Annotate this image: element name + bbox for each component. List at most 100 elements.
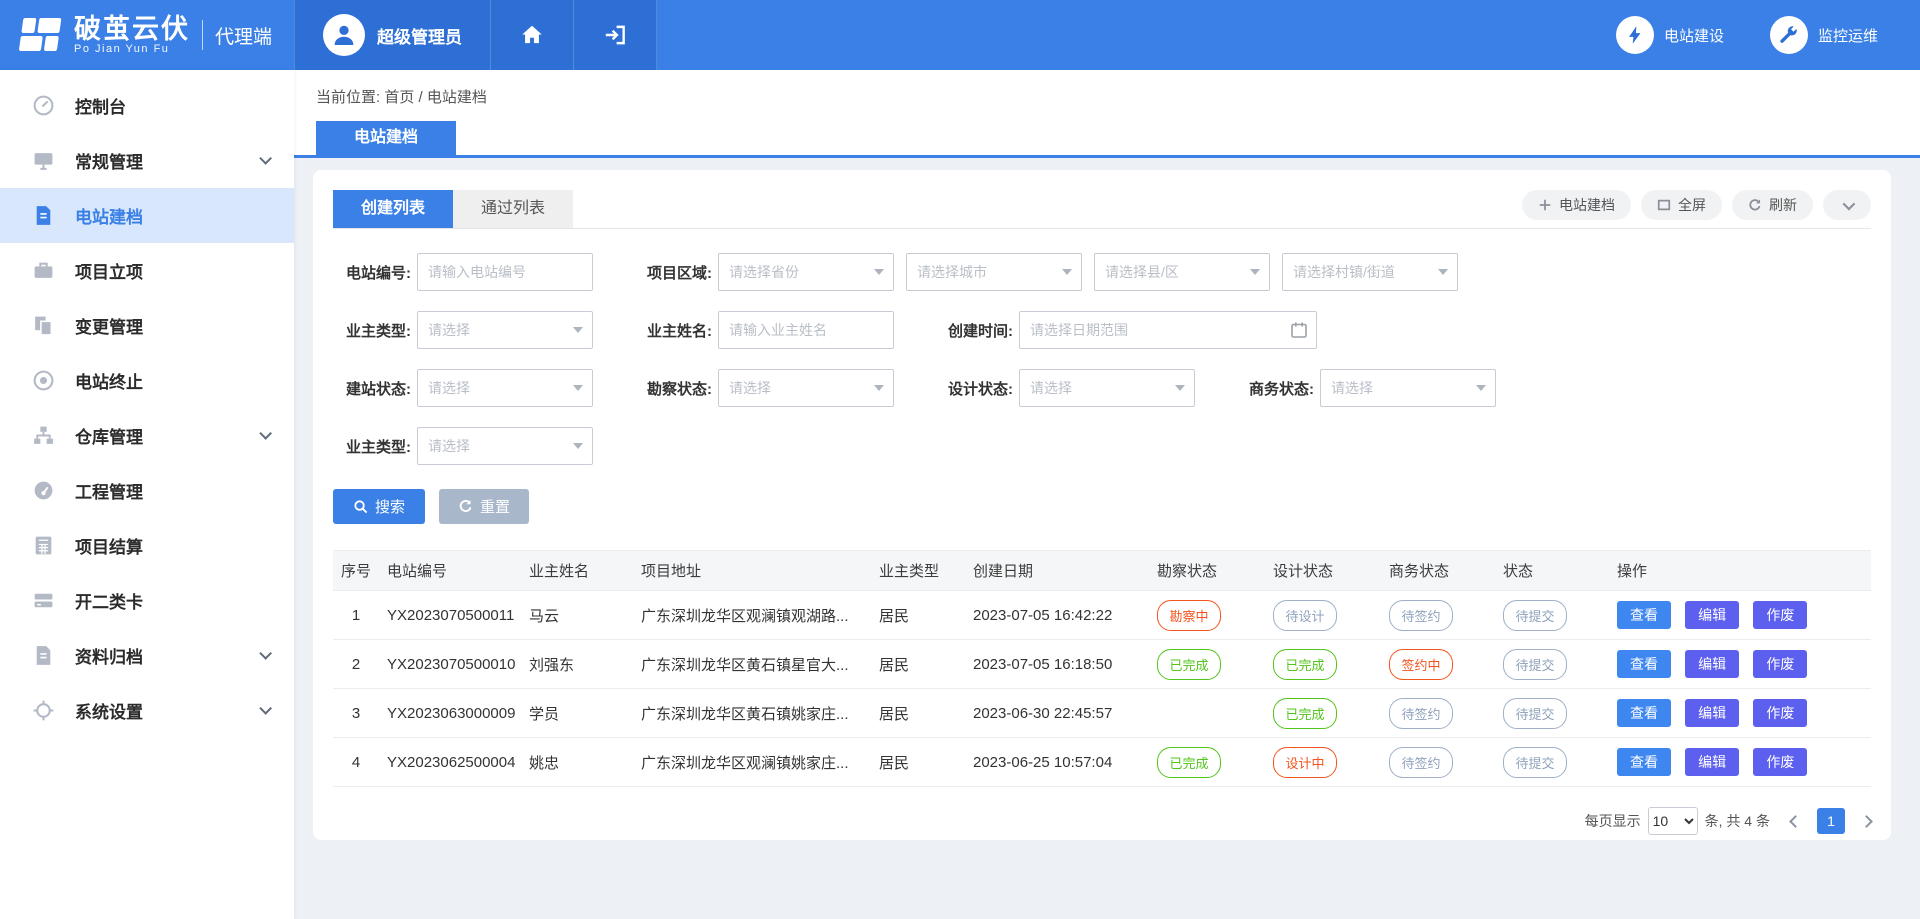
create-station-button[interactable]: 电站建档 [1522, 190, 1631, 220]
dashboard-icon [32, 94, 55, 117]
page-tab-row: 电站建档 [294, 121, 1920, 158]
search-button[interactable]: 搜索 [333, 489, 425, 524]
settings-icon [32, 699, 55, 722]
filter-form: 电站编号: 项目区域: 请选择省份 请选择城市 请选择县/区 [333, 253, 1871, 524]
sidebar: 控制台 常规管理 电站建档 项目立项 变更管理 电 [0, 70, 294, 919]
owner-name: 学员 [521, 689, 633, 738]
sidebar-item-change-management[interactable]: 变更管理 [0, 298, 294, 353]
view-button[interactable]: 查看 [1617, 601, 1671, 629]
archive-document-icon [32, 644, 55, 667]
user-name: 超级管理员 [377, 23, 462, 48]
void-button[interactable]: 作废 [1753, 650, 1807, 678]
fullscreen-icon [1657, 198, 1671, 212]
prev-page-icon[interactable] [1789, 815, 1802, 828]
sitemap-icon [32, 424, 55, 447]
caret-down-icon [1438, 269, 1448, 275]
panel-toolbar: 电站建档 全屏 刷新 [1522, 190, 1871, 220]
sidebar-item-station-archive[interactable]: 电站建档 [0, 188, 294, 243]
collapse-toolbar-button[interactable] [1823, 190, 1871, 220]
total-count-label: 条, 共 4 条 [1705, 811, 1770, 831]
next-page-icon[interactable] [1860, 815, 1873, 828]
edit-button[interactable]: 编辑 [1685, 748, 1739, 776]
void-button[interactable]: 作废 [1753, 748, 1807, 776]
owner-type2-select[interactable]: 请选择 [417, 427, 593, 465]
owner-name-input[interactable] [718, 311, 894, 349]
page-size-select[interactable]: 10 [1648, 807, 1698, 835]
view-button[interactable]: 查看 [1617, 699, 1671, 727]
brand: 破茧云伏 Po Jian Yun Fu 代理端 [0, 0, 294, 70]
owner-type: 居民 [871, 640, 965, 689]
sidebar-item-warehouse[interactable]: 仓库管理 [0, 408, 294, 463]
sidebar-item-station-termination[interactable]: 电站终止 [0, 353, 294, 408]
shortcut-monitor-ops[interactable]: 监控运维 [1770, 16, 1878, 54]
void-button[interactable]: 作废 [1753, 699, 1807, 727]
edit-button[interactable]: 编辑 [1685, 699, 1739, 727]
design-status-label: 设计状态: [935, 378, 1013, 399]
province-select[interactable]: 请选择省份 [718, 253, 894, 291]
build-status-label: 建站状态: [333, 378, 411, 399]
edit-button[interactable]: 编辑 [1685, 601, 1739, 629]
view-button[interactable]: 查看 [1617, 650, 1671, 678]
topbar-shortcuts: 电站建设 监控运维 [1616, 0, 1920, 70]
city-select[interactable]: 请选择城市 [906, 253, 1082, 291]
sidebar-item-project-initiation[interactable]: 项目立项 [0, 243, 294, 298]
create-date: 2023-07-05 16:42:22 [965, 591, 1149, 640]
survey-status-select[interactable]: 请选择 [718, 369, 894, 407]
logout-button[interactable] [574, 0, 657, 70]
sidebar-item-project-settlement[interactable]: 项目结算 [0, 518, 294, 573]
shortcut-label: 电站建设 [1664, 25, 1724, 46]
sidebar-item-engineering[interactable]: 工程管理 [0, 463, 294, 518]
status-badge: 待提交 [1503, 698, 1567, 729]
street-select[interactable]: 请选择村镇/街道 [1282, 253, 1458, 291]
page-number-1[interactable]: 1 [1817, 808, 1845, 834]
home-button[interactable] [491, 0, 574, 70]
design-status-select[interactable]: 请选择 [1019, 369, 1195, 407]
sidebar-item-general[interactable]: 常规管理 [0, 133, 294, 188]
caret-down-icon [1250, 269, 1260, 275]
filter-buttons: 搜索 重置 [333, 489, 1871, 524]
row-index: 3 [333, 689, 379, 738]
tab-passed-list[interactable]: 通过列表 [453, 190, 573, 228]
user-menu[interactable]: 超级管理员 [294, 0, 491, 70]
edit-button[interactable]: 编辑 [1685, 650, 1739, 678]
sidebar-item-dashboard[interactable]: 控制台 [0, 78, 294, 133]
refresh-button[interactable]: 刷新 [1732, 190, 1813, 220]
design-status-badge: 已完成 [1273, 649, 1337, 680]
page-tab-station-archive[interactable]: 电站建档 [316, 121, 456, 155]
caret-down-icon [874, 385, 884, 391]
copy-icon [32, 314, 55, 337]
per-page-label: 每页显示 [1585, 811, 1641, 831]
business-status-select[interactable]: 请选择 [1320, 369, 1496, 407]
fullscreen-button[interactable]: 全屏 [1641, 190, 1722, 220]
shortcut-station-build[interactable]: 电站建设 [1616, 16, 1724, 54]
reset-button[interactable]: 重置 [439, 489, 529, 524]
owner-type-select[interactable]: 请选择 [417, 311, 593, 349]
business-status-badge: 签约中 [1389, 649, 1453, 680]
table-row: 3 YX2023063000009 学员 广东深圳龙华区黄石镇姚家庄... 居民… [333, 689, 1871, 738]
build-status-select[interactable]: 请选择 [417, 369, 593, 407]
page-header: 当前位置: 首页 / 电站建档 电站建档 [294, 70, 1920, 158]
station-table: 序号 电站编号 业主姓名 项目地址 业主类型 创建日期 勘察状态 设计状态 商务… [333, 550, 1871, 787]
station-code: YX2023062500004 [379, 738, 521, 787]
view-button[interactable]: 查看 [1617, 748, 1671, 776]
date-range-input[interactable]: 请选择日期范围 [1019, 311, 1317, 349]
chevron-down-icon [259, 152, 272, 165]
void-button[interactable]: 作废 [1753, 601, 1807, 629]
station-code: YX2023070500010 [379, 640, 521, 689]
user-icon [329, 20, 359, 50]
district-select[interactable]: 请选择县/区 [1094, 253, 1270, 291]
owner-type2-label: 业主类型: [333, 436, 411, 457]
calculator-icon [32, 534, 55, 557]
business-status-badge: 待签约 [1389, 600, 1453, 631]
caret-down-icon [573, 327, 583, 333]
sidebar-item-data-archive[interactable]: 资料归档 [0, 628, 294, 683]
brand-logo-icon [16, 14, 64, 56]
top-nav: 超级管理员 [294, 0, 657, 70]
lightning-icon [1624, 24, 1646, 46]
list-panel: 创建列表 通过列表 电站建档 全屏 [313, 170, 1891, 840]
station-code-input[interactable] [417, 253, 593, 291]
sidebar-item-type2-card[interactable]: 开二类卡 [0, 573, 294, 628]
sidebar-item-system-settings[interactable]: 系统设置 [0, 683, 294, 738]
table-header-row: 序号 电站编号 业主姓名 项目地址 业主类型 创建日期 勘察状态 设计状态 商务… [333, 551, 1871, 591]
tab-create-list[interactable]: 创建列表 [333, 190, 453, 228]
